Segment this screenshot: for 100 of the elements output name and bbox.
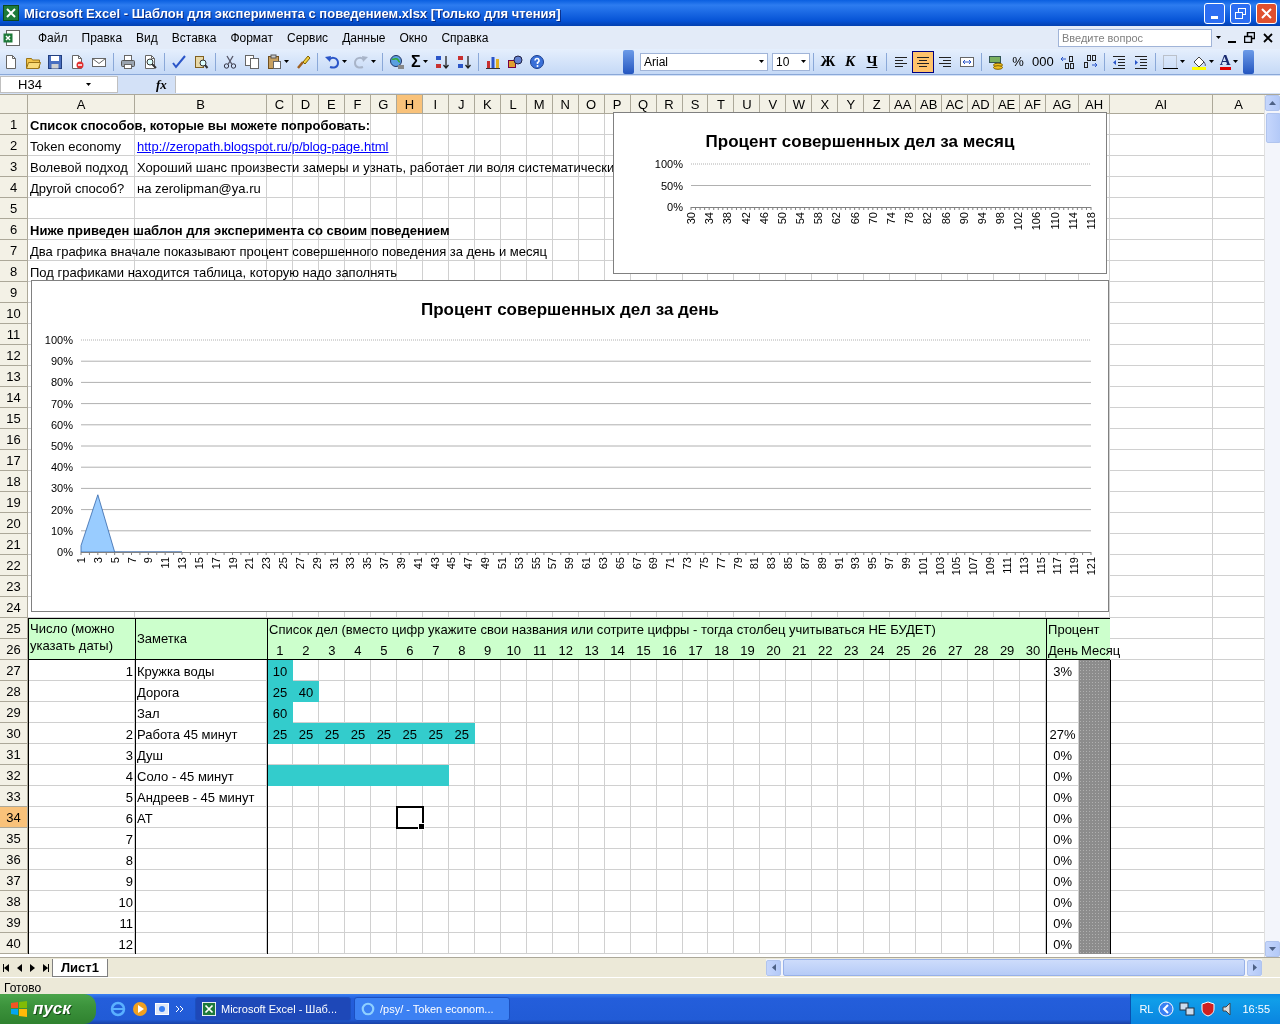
task-cell[interactable]: 25 (267, 723, 293, 744)
task-cell[interactable]: 25 (344, 723, 371, 744)
vertical-scrollbar[interactable] (1264, 95, 1280, 957)
row-header[interactable]: 34 (0, 807, 28, 828)
column-header[interactable]: F (344, 95, 371, 114)
row-header[interactable]: 17 (0, 450, 28, 471)
row-header[interactable]: 18 (0, 471, 28, 492)
menu-item[interactable]: Файл (31, 28, 75, 47)
row-header[interactable]: 14 (0, 387, 28, 408)
sum-button[interactable]: Σ (408, 50, 431, 73)
formula-field[interactable] (174, 76, 1280, 93)
column-header[interactable]: A (1213, 95, 1264, 114)
task-cell[interactable]: 25 (292, 723, 319, 744)
help-search-field[interactable]: Введите вопрос (1058, 28, 1212, 47)
column-header[interactable]: J (448, 95, 475, 114)
row-header[interactable]: 6 (0, 219, 28, 240)
column-header[interactable]: AH (1079, 95, 1111, 114)
row-header[interactable]: 27 (0, 660, 28, 681)
row-header[interactable]: 5 (0, 198, 28, 219)
row-header[interactable]: 38 (0, 891, 28, 912)
column-header[interactable]: L (500, 95, 527, 114)
scroll-left-icon[interactable] (766, 959, 781, 976)
media-player-icon[interactable] (132, 1001, 148, 1017)
row-header[interactable]: 13 (0, 366, 28, 387)
row-header[interactable]: 35 (0, 828, 28, 849)
column-header[interactable]: H (396, 95, 423, 114)
toolbar-options-icon[interactable] (623, 49, 634, 74)
column-header[interactable]: N (552, 95, 579, 114)
column-header[interactable]: G (370, 95, 397, 114)
italic-button[interactable]: К (839, 50, 861, 73)
task-cell[interactable]: 25 (318, 723, 345, 744)
menu-item[interactable]: Вставка (164, 28, 224, 47)
task-cell[interactable]: 60 (267, 702, 293, 723)
row-header[interactable]: 40 (0, 933, 28, 954)
row-header[interactable]: 29 (0, 702, 28, 723)
row-header[interactable]: 20 (0, 513, 28, 534)
chevron-icon[interactable] (176, 1005, 184, 1013)
menu-item[interactable]: Сервис (280, 28, 336, 47)
row-header[interactable]: 12 (0, 345, 28, 366)
column-header[interactable]: M (526, 95, 553, 114)
menu-item[interactable]: Данные (335, 28, 393, 47)
thousands-button[interactable]: 000 (1029, 50, 1057, 73)
network-icon[interactable] (1179, 1001, 1196, 1017)
row-header[interactable]: 39 (0, 912, 28, 933)
row-header[interactable]: 21 (0, 534, 28, 555)
task-cell[interactable]: 25 (370, 723, 397, 744)
row-header[interactable]: 26 (0, 639, 28, 660)
task-cell[interactable]: 25 (422, 723, 449, 744)
row-header[interactable]: 36 (0, 849, 28, 870)
task-cell[interactable]: 40 (292, 681, 319, 702)
column-header[interactable]: O (578, 95, 605, 114)
column-header[interactable]: K (474, 95, 501, 114)
row-header[interactable]: 1 (0, 114, 28, 135)
row-header[interactable]: 3 (0, 156, 28, 177)
column-header[interactable]: AI (1110, 95, 1214, 114)
bold-button[interactable]: Ж (817, 50, 839, 73)
column-header[interactable]: I (422, 95, 449, 114)
row-header[interactable]: 4 (0, 177, 28, 198)
font-size-field[interactable]: 10 (772, 52, 810, 71)
row-header[interactable]: 37 (0, 870, 28, 891)
start-button[interactable]: пуск (0, 994, 96, 1024)
row-header[interactable]: 24 (0, 597, 28, 618)
row-header[interactable]: 15 (0, 408, 28, 429)
browser-icon[interactable] (110, 1001, 126, 1017)
row-header[interactable]: 30 (0, 723, 28, 744)
row-header[interactable]: 11 (0, 324, 28, 345)
row-header[interactable]: 31 (0, 744, 28, 765)
row-header[interactable]: 23 (0, 576, 28, 597)
name-box[interactable]: H34 (0, 76, 118, 93)
row-header[interactable]: 22 (0, 555, 28, 576)
task-cell[interactable]: 25 (396, 723, 423, 744)
task-cell[interactable]: 25 (267, 681, 293, 702)
shield-icon[interactable] (1200, 1001, 1217, 1017)
row-header[interactable]: 33 (0, 786, 28, 807)
menu-item[interactable]: Справка (434, 28, 496, 47)
selected-cell[interactable] (395, 806, 424, 829)
menu-item[interactable]: Формат (223, 28, 281, 47)
scroll-up-icon[interactable] (1265, 95, 1280, 111)
font-color-button[interactable]: A (1216, 50, 1241, 73)
underline-button[interactable]: Ч (861, 50, 883, 73)
menu-item[interactable]: Правка (74, 28, 130, 47)
toolbar-options-icon[interactable] (1242, 49, 1254, 74)
row-header[interactable]: 8 (0, 261, 28, 282)
menu-item[interactable]: Вид (129, 28, 165, 47)
percent-button[interactable]: % (1007, 50, 1029, 73)
column-header[interactable]: A (28, 95, 135, 114)
window-icon[interactable] (154, 1001, 170, 1017)
insert-function-button[interactable]: fx (148, 76, 175, 93)
task-cell[interactable] (422, 765, 449, 786)
row-header[interactable]: 2 (0, 135, 28, 156)
row-header[interactable]: 16 (0, 429, 28, 450)
align-center-button[interactable] (912, 50, 934, 73)
row-header[interactable]: 10 (0, 303, 28, 324)
taskbar-button[interactable]: Microsoft Excel - Шаб... (195, 997, 351, 1021)
scroll-down-icon[interactable] (1265, 941, 1280, 957)
task-cell[interactable] (267, 765, 293, 786)
sheet-tab[interactable]: Лист1 (52, 958, 108, 977)
column-header[interactable]: C (267, 95, 293, 114)
scroll-thumb[interactable] (1266, 113, 1280, 143)
font-name-field[interactable]: Arial (640, 52, 768, 71)
